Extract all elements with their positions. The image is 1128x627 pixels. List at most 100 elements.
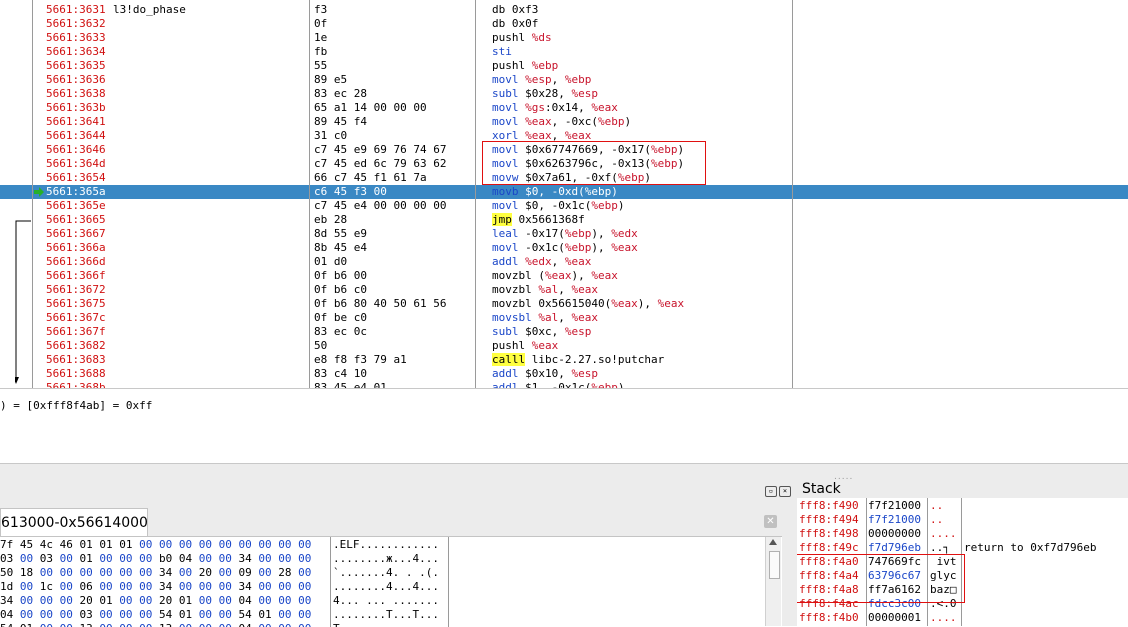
- disasm-row[interactable]: 5661:3667 8d 55 e9 leal -0x17(%ebp), %edx: [0, 227, 1128, 241]
- column-separator-bytes: [309, 0, 310, 388]
- stack-ascii: ..: [930, 513, 944, 526]
- instruction-bytes: 83 45 e4 01: [314, 381, 387, 388]
- hex-ascii-separator: [330, 537, 331, 627]
- disasm-row[interactable]: 5661:3641 89 45 f4 movl %eax, -0xc(%ebp): [0, 115, 1128, 129]
- disasm-row[interactable]: 5661:3682 50 pushl %eax: [0, 339, 1128, 353]
- instruction-address: 5661:3638: [46, 87, 106, 100]
- disassembly-view[interactable]: 5661:3631 l3!do_phase f3 db 0xf3 5661:3632 0f…: [0, 0, 1128, 388]
- mnemonic: movb: [492, 185, 519, 198]
- disasm-row[interactable]: 5661:365e c7 45 e4 00 00 00 00 movl $0, -0…: [0, 199, 1128, 213]
- stack-ascii: ....: [930, 611, 957, 624]
- disasm-row[interactable]: 5661:3672 0f b6 c0 movzbl %al, %eax: [0, 283, 1128, 297]
- memory-scrollbar[interactable]: [765, 537, 781, 626]
- instruction-text: movzbl (%eax), %eax: [492, 269, 618, 283]
- disasm-row[interactable]: 5661:3688 83 c4 10 addl $0x10, %esp: [0, 367, 1128, 381]
- instruction-text: pushl %ebp: [492, 59, 558, 73]
- instruction-text: addl $1, -0x1c(%ebp): [492, 381, 624, 388]
- instruction-text: movl %esp, %ebp: [492, 73, 591, 87]
- operands: %ebp: [531, 59, 559, 72]
- scroll-up-icon[interactable]: [769, 539, 777, 545]
- instruction-bytes: 8d 55 e9: [314, 227, 367, 240]
- instruction-address: 5661:3634: [46, 45, 106, 58]
- instruction-address: 5661:366f: [46, 269, 106, 282]
- mnemonic: movl: [492, 199, 519, 212]
- stack-address: fff8:f494: [799, 513, 859, 526]
- mnemonic: movzbl: [492, 283, 532, 296]
- pane-divider[interactable]: [0, 388, 1128, 389]
- instruction-text: movl %gs:0x14, %eax: [492, 101, 618, 115]
- instruction-text: subl $0xc, %esp: [492, 325, 591, 339]
- disasm-row[interactable]: 5661:366d 01 d0 addl %edx, %eax: [0, 255, 1128, 269]
- stack-view[interactable]: fff8:f490 f7f21000.. fff8:f494 f7f21000.. ff…: [797, 498, 1128, 626]
- scroll-thumb[interactable]: [769, 551, 780, 579]
- mnemonic: addl: [492, 255, 519, 268]
- mnemonic: subl: [492, 87, 519, 100]
- instruction-bytes: c6 45 f3 00: [314, 185, 387, 198]
- instruction-text: pushl %eax: [492, 339, 558, 353]
- disasm-row[interactable]: 5661:367f 83 ec 0c subl $0xc, %esp: [0, 325, 1128, 339]
- instruction-address: 5661:363b: [46, 101, 106, 114]
- instruction-bytes: 0f b6 00: [314, 269, 367, 282]
- operands: %edx, %eax: [525, 255, 592, 268]
- operands: %esp, %ebp: [525, 73, 592, 86]
- disasm-row[interactable]: 5661:3631 l3!do_phase f3 db 0xf3: [0, 3, 1128, 17]
- disasm-row[interactable]: 5661:3635 55 pushl %ebp: [0, 59, 1128, 73]
- disasm-row-current[interactable]: 5661:365a c6 45 f3 00 movb $0, -0xd(%ebp): [0, 185, 1128, 199]
- disasm-row[interactable]: 5661:366f 0f b6 00 movzbl (%eax), %eax: [0, 269, 1128, 283]
- instruction-bytes: 55: [314, 59, 328, 72]
- annotation-box-stack-values: [797, 554, 965, 603]
- disasm-row[interactable]: 5661:363b 65 a1 14 00 00 00 movl %gs:0x14,…: [0, 101, 1128, 115]
- memory-hex-bytes: 50 18 00 00 00 00 00 00 34 00 20 00 09 0…: [0, 566, 312, 579]
- memory-hex-view[interactable]: 7f 45 4c 46 01 01 01 00 00 00 00 00 00 0…: [0, 536, 782, 627]
- instruction-bytes: eb 28: [314, 213, 348, 226]
- close-panel-icon[interactable]: ×: [779, 486, 791, 497]
- disasm-row[interactable]: 5661:366a 8b 45 e4 movl -0x1c(%ebp), %eax: [0, 241, 1128, 255]
- disasm-row[interactable]: 5661:3675 0f b6 80 40 50 61 56 movzbl 0x56…: [0, 297, 1128, 311]
- stack-address: fff8:f4b0: [799, 611, 859, 624]
- instruction-bytes: f3: [314, 3, 328, 16]
- operands: $0x10, %esp: [525, 367, 598, 380]
- operands: %eax: [531, 339, 559, 352]
- instruction-address: 5661:3682: [46, 339, 106, 352]
- instruction-address: 5661:3672: [46, 283, 106, 296]
- disasm-row[interactable]: 5661:3633 1e pushl %ds: [0, 31, 1128, 45]
- stack-ascii: ..┐: [930, 541, 950, 554]
- disasm-row[interactable]: 5661:3636 89 e5 movl %esp, %ebp: [0, 73, 1128, 87]
- instruction-text: addl %edx, %eax: [492, 255, 591, 269]
- stack-value: f7d796eb: [868, 541, 921, 554]
- instruction-address: 5661:368b: [46, 381, 106, 388]
- instruction-bytes: 50: [314, 339, 328, 352]
- memory-tab[interactable]: 613000-0x56614000: [0, 508, 148, 537]
- memory-ascii: ........4...4...: [333, 580, 439, 593]
- disasm-row[interactable]: 5661:3683 e8 f8 f3 79 a1 calll libc-2.27.s…: [0, 353, 1128, 367]
- operands: libc-2.27.so!putchar: [531, 353, 665, 366]
- instruction-bytes: 83 ec 28: [314, 87, 367, 100]
- operands: %eax, -0xc(%ebp): [525, 115, 632, 128]
- annotation-box-instructions: [482, 141, 706, 185]
- instruction-text: sti: [492, 45, 512, 59]
- current-instruction-arrow-icon: [34, 187, 44, 197]
- instruction-text: movl %eax, -0xc(%ebp): [492, 115, 631, 129]
- disasm-row[interactable]: 5661:367c 0f be c0 movsbl %al, %eax: [0, 311, 1128, 325]
- disasm-row[interactable]: 5661:3634 fb sti: [0, 45, 1128, 59]
- instruction-address: 5661:366d: [46, 255, 106, 268]
- mnemonic: movzbl: [492, 269, 532, 282]
- instruction-bytes: c7 45 e4 00 00 00 00: [314, 199, 447, 212]
- instruction-address: 5661:3631: [46, 3, 106, 16]
- ascii-right-separator: [448, 537, 449, 627]
- disasm-row[interactable]: 5661:3632 0f db 0x0f: [0, 17, 1128, 31]
- disasm-row[interactable]: 5661:3638 83 ec 28 subl $0x28, %esp: [0, 87, 1128, 101]
- stack-value: f7f21000: [868, 513, 921, 526]
- disasm-row[interactable]: 5661:368b 83 45 e4 01 addl $1, -0x1c(%ebp): [0, 381, 1128, 388]
- instruction-bytes: fb: [314, 45, 328, 58]
- operands: -0x17(%ebp), %edx: [525, 227, 638, 240]
- close-icon[interactable]: ✕: [764, 515, 777, 528]
- float-panel-icon[interactable]: ▫: [765, 486, 777, 497]
- memory-ascii: ........ж...4...: [333, 552, 439, 565]
- memory-ascii: .ELF............: [333, 538, 439, 551]
- memory-ascii: `.......4. . .(.: [333, 566, 439, 579]
- instruction-bytes: 83 ec 0c: [314, 325, 367, 338]
- instruction-address: 5661:366a: [46, 241, 106, 254]
- disasm-row[interactable]: 5661:3665 eb 28 jmp 0x5661368f: [0, 213, 1128, 227]
- mnemonic: pushl: [492, 59, 526, 72]
